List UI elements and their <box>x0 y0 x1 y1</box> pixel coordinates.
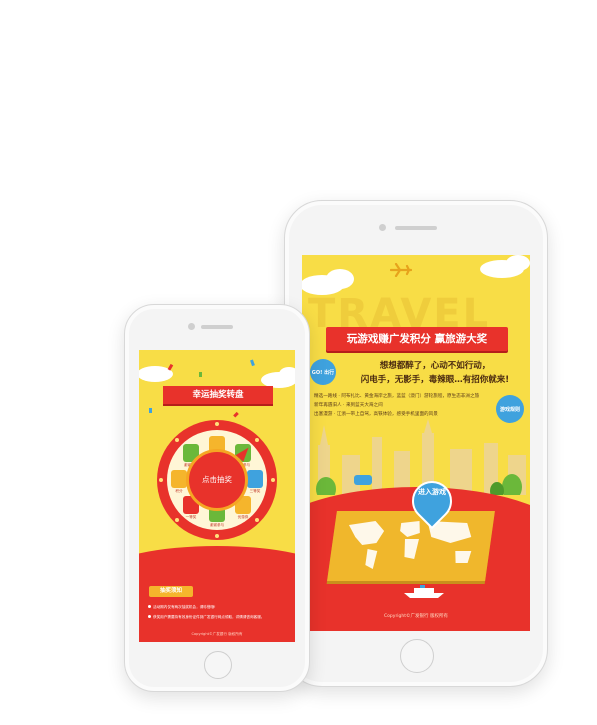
desc-line-2: 新年再遇旧人 · 来到蓝天大海之间 <box>314 403 383 408</box>
go-badge-label: GO! 出行 <box>311 369 335 376</box>
banner-title: 幸运抽奖转盘 <box>192 390 244 400</box>
home-button[interactable] <box>204 651 232 679</box>
speaker-grille <box>201 325 233 329</box>
headline-line-1: 想想都醉了，心动不如行动， <box>379 361 491 371</box>
headline-line-2: 闪电手，无影手，毒辣眼…有招你就来! <box>360 375 510 385</box>
city-skyline <box>316 419 526 495</box>
copyright-text: Copyright©广发银行 版权所有 <box>384 614 448 619</box>
lucky-wheel-screen: 幸运抽奖转盘 二等奖 谢谢参与 三等奖 优惠券 谢谢参与 <box>139 350 295 642</box>
home-button[interactable] <box>400 639 434 673</box>
car-icon <box>354 475 372 485</box>
prize-icon <box>247 470 263 488</box>
wheel-slot-5: 谢谢参与 <box>209 523 225 527</box>
world-map-icon <box>348 521 472 569</box>
cloud-decoration <box>302 255 530 295</box>
notice-item-2: 获奖用户需要持有效身份证件到广发银行网点领取，详情请咨询客服。 <box>148 614 285 620</box>
wheel-slot-4: 优惠券 <box>237 515 249 519</box>
headline: 想想都醉了，心动不如行动， 闪电手，无影手，毒辣眼…有招你就来! <box>350 359 520 387</box>
wheel-slot-7: 积分 <box>175 489 183 493</box>
game-banner: 玩游戏赚广发积分 赢旅游大奖 <box>326 327 508 351</box>
notice-item-1: 活动期内仅有两次抽奖机会，请珍惜哦! <box>148 604 285 610</box>
travel-game-screen: TRAVEL 玩游戏赚广发积分 赢旅游大奖 想想都醉了，心动不如行动， 闪电手，… <box>302 255 530 631</box>
cruise-ship-icon <box>404 585 444 598</box>
enter-game-button[interactable]: 进入游戏 <box>416 488 448 497</box>
speaker-grille <box>395 226 437 230</box>
spin-button[interactable]: 点击抽奖 <box>189 452 245 508</box>
desc-line-1: 精选一路线 · 阿布扎比、黄金海岸之旅，蓝蓝（澳门）游轮旅程，原生态非洲之旅 <box>314 394 480 399</box>
notice-title: 抽奖须知 <box>149 586 193 597</box>
prize-icon <box>171 470 187 488</box>
wheel-banner: 幸运抽奖转盘 <box>163 386 273 404</box>
phone-large-mockup: TRAVEL 玩游戏赚广发积分 赢旅游大奖 想想都醉了，心动不如行动， 闪电手，… <box>284 200 548 687</box>
go-badge[interactable]: GO! 出行 <box>310 359 336 385</box>
copyright-text: Copyright©广发银行 版权所有 <box>191 632 243 636</box>
banner-title: 玩游戏赚广发积分 赢旅游大奖 <box>346 333 488 345</box>
front-camera <box>188 323 195 330</box>
front-camera <box>379 224 386 231</box>
wheel-slot-6: 一等奖 <box>185 515 197 519</box>
rules-badge-label: 游戏规则 <box>499 406 520 413</box>
phone-small-mockup: 幸运抽奖转盘 二等奖 谢谢参与 三等奖 优惠券 谢谢参与 <box>124 304 310 692</box>
enter-game-label: 进入游戏 <box>418 488 446 496</box>
world-map-card <box>327 511 495 581</box>
spin-button-label: 点击抽奖 <box>202 475 232 484</box>
wheel-slot-3: 三等奖 <box>249 489 261 493</box>
